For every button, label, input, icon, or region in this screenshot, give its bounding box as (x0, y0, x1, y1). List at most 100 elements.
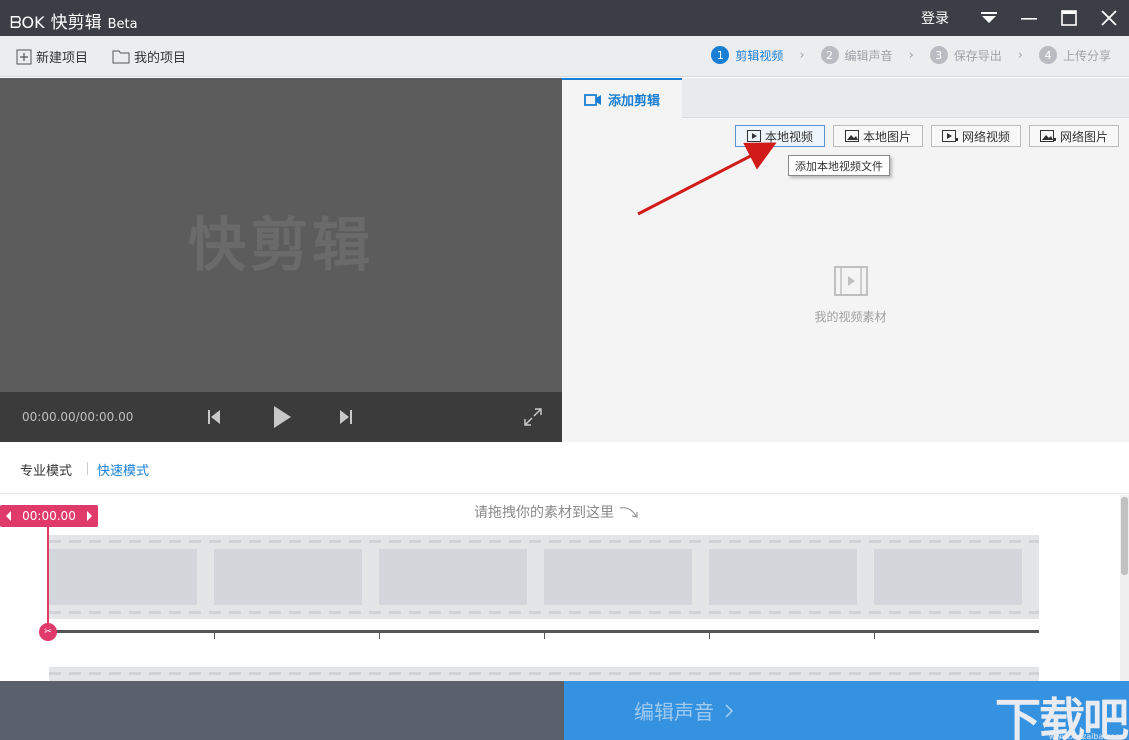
source-label: 本地图片 (862, 129, 911, 144)
play-icon (274, 406, 291, 428)
web-image-button[interactable]: 网络图片 (1029, 125, 1119, 147)
step-number: 3 (929, 46, 948, 64)
local-image-button[interactable]: 本地图片 (833, 125, 923, 147)
menu-dropdown-button[interactable] (969, 0, 1009, 36)
playback-controls: 00:00.00/00:00.00 (0, 392, 562, 442)
fullscreen-icon (524, 408, 542, 426)
preview-watermark: 快剪辑 (187, 211, 374, 279)
film-icon (833, 266, 868, 296)
timeline-scrollbar[interactable] (1120, 495, 1129, 681)
app-title: 快剪辑 (50, 13, 102, 33)
image-file-icon (844, 130, 859, 142)
clip-slot (709, 549, 857, 605)
video-camera-icon (584, 93, 601, 106)
previous-button[interactable] (206, 392, 222, 442)
toolbar: 新建项目 我的项目 1 剪辑视频 › 2 编辑声音 › 3 保存导出 › 4 上… (0, 36, 1129, 77)
arrow-left-icon[interactable] (6, 511, 11, 521)
title-bar: ᗷOK 快剪辑 Beta 登录 (0, 0, 1129, 36)
step-label: 上传分享 (1062, 48, 1111, 63)
red-arrow-annotation (637, 142, 777, 216)
arrow-right-icon[interactable] (87, 511, 92, 521)
playhead-time: 00:00.00 (22, 509, 76, 523)
film-perforation-bottom (49, 611, 1039, 614)
playhead-time-tag[interactable]: 00:00.00 (0, 505, 98, 527)
new-project-button[interactable]: 新建项目 (16, 47, 88, 66)
folder-icon (112, 50, 130, 64)
web-video-icon (941, 130, 958, 142)
next-button-label: 编辑声音 (634, 700, 714, 724)
quick-mode-tab[interactable]: 快速模式 (97, 460, 149, 479)
edit-audio-next-button[interactable]: 编辑声音 下载吧 www.xiazaiba.com (564, 681, 1129, 740)
film-perforation-top (49, 540, 1039, 543)
app-logo: ᗷOK 快剪辑 Beta (10, 8, 138, 33)
step-edit-video[interactable]: 1 剪辑视频 (711, 46, 783, 64)
clip-slot (49, 549, 197, 605)
empty-state: 我的视频素材 (562, 266, 1129, 325)
drop-hint-text: 请拖拽你的素材到这里 (474, 505, 614, 521)
fullscreen-button[interactable] (524, 392, 542, 442)
clip-slot (544, 549, 692, 605)
step-number: 2 (820, 46, 839, 64)
step-edit-audio[interactable]: 2 编辑声音 (820, 46, 893, 64)
clip-track[interactable] (49, 535, 1039, 619)
ruler-tick (709, 633, 710, 639)
web-video-button[interactable]: 网络视频 (931, 125, 1021, 147)
play-button[interactable] (272, 392, 292, 442)
scrollbar-thumb[interactable] (1121, 497, 1128, 575)
chevron-right-icon: › (908, 47, 914, 63)
step-save-export[interactable]: 3 保存导出 (929, 46, 1002, 64)
step-upload-share[interactable]: 4 上传分享 (1038, 46, 1111, 64)
clip-slot (379, 549, 527, 605)
new-project-label: 新建项目 (36, 51, 89, 66)
source-label: 网络视频 (961, 129, 1010, 144)
beta-badge: Beta (107, 17, 138, 32)
scissors-icon[interactable]: ✂ (39, 623, 57, 641)
clip-slot (214, 549, 362, 605)
bottom-bar: 编辑声音 下载吧 www.xiazaiba.com (0, 681, 1129, 740)
material-panel: 添加剪辑 本地视频 本地图片 网络视频 网络图片 添加本地视频文件 我的视频素材 (562, 78, 1129, 442)
playhead-line (47, 527, 49, 631)
ruler-tick (379, 633, 380, 639)
site-watermark-url: www.xiazaiba.com (1048, 732, 1123, 740)
maximize-icon (1061, 10, 1077, 26)
chevron-right-icon: › (799, 47, 805, 63)
tab-label: 添加剪辑 (607, 94, 660, 109)
step-label: 编辑声音 (844, 48, 893, 63)
video-preview: 快剪辑 (0, 78, 562, 392)
web-image-icon (1039, 130, 1056, 142)
ruler-tick (214, 633, 215, 639)
step-number: 1 (711, 46, 730, 64)
tooltip: 添加本地视频文件 (788, 155, 890, 176)
step-label: 剪辑视频 (735, 48, 784, 63)
drop-hint: 请拖拽你的素材到这里 (0, 502, 1129, 522)
empty-label: 我的视频素材 (814, 310, 887, 324)
timecode: 00:00.00/00:00.00 (22, 410, 134, 424)
clip-slot (874, 549, 1022, 605)
workflow-steps: 1 剪辑视频 › 2 编辑声音 › 3 保存导出 › 4 上传分享 (711, 46, 1111, 64)
step-number: 4 (1038, 46, 1057, 64)
next-button[interactable] (338, 392, 354, 442)
ruler-tick (544, 633, 545, 639)
chevron-right-icon: › (1017, 47, 1023, 63)
ruler-tick (874, 633, 875, 639)
plus-box-icon (16, 49, 32, 64)
close-button[interactable] (1089, 0, 1129, 36)
audio-track[interactable] (49, 667, 1039, 681)
my-projects-label: 我的项目 (134, 51, 187, 66)
my-projects-button[interactable]: 我的项目 (112, 47, 186, 66)
tab-add-clip[interactable]: 添加剪辑 (562, 78, 682, 119)
curved-arrow-icon (619, 507, 638, 518)
mode-divider (87, 462, 88, 475)
minimize-button[interactable] (1009, 0, 1049, 36)
dropdown-menu-icon (981, 12, 997, 23)
mode-bar: 专业模式 快速模式 (0, 442, 1129, 494)
login-link[interactable]: 登录 (921, 8, 949, 28)
minimize-icon (1021, 18, 1037, 20)
skip-forward-icon (340, 410, 352, 424)
logo-mark: ᗷOK (10, 13, 45, 32)
film-perforation-top (49, 672, 1039, 675)
skip-back-icon (208, 410, 220, 424)
maximize-button[interactable] (1049, 0, 1089, 36)
pro-mode-tab[interactable]: 专业模式 (20, 460, 72, 479)
timeline[interactable]: 请拖拽你的素材到这里 00:00.00 ✂ (0, 495, 1129, 681)
